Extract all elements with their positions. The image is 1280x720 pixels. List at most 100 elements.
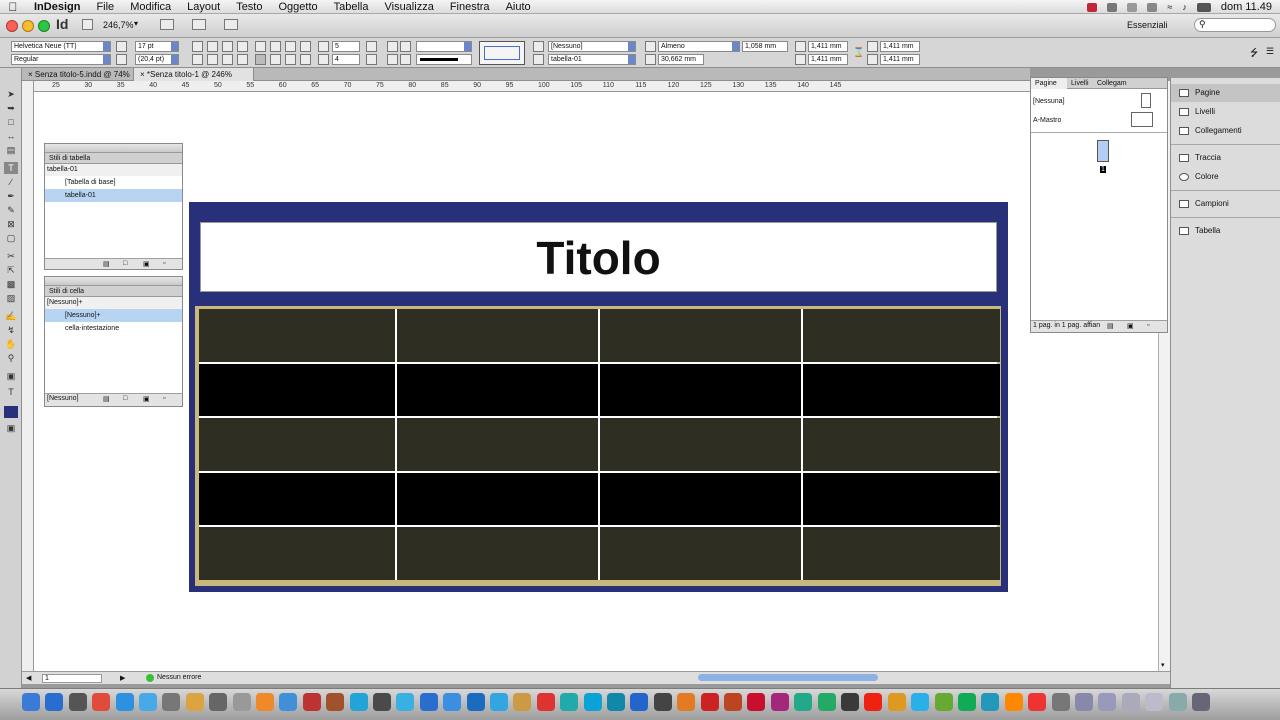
hand-tool-icon[interactable]: ✋ [4,338,18,350]
dock-app-icon[interactable] [209,693,228,711]
horizontal-ruler[interactable]: 25 30 35 40 45 50 55 60 65 70 75 80 85 90 95 100 105 110 1… [34,81,1158,92]
type-tool-icon[interactable]: T [4,162,18,174]
align-left-icon[interactable] [192,41,203,52]
valign-bottom-icon[interactable] [285,41,296,52]
apply-color-icon[interactable] [4,406,18,418]
dock-app-icon[interactable] [747,693,766,711]
text-rotation-2-icon[interactable] [270,54,281,65]
menu-file[interactable]: File [88,1,122,13]
new-style-icon[interactable]: ▣ [143,395,150,403]
dock-app-icon[interactable] [677,693,696,711]
document-table[interactable] [195,306,1001,586]
table-cell[interactable] [199,309,395,362]
text-rotation-icon[interactable] [255,54,266,65]
stroke-proxy[interactable] [479,41,525,65]
bluetooth-icon[interactable] [1147,2,1158,12]
unmerge-cells-icon[interactable] [366,54,377,65]
master-thumb[interactable] [1131,112,1153,127]
status-app-icon[interactable] [1087,2,1098,12]
rectangle-frame-tool-icon[interactable]: ⊠ [4,218,18,230]
font-family-dropdown-icon[interactable] [103,42,110,51]
dock-app-icon[interactable] [45,693,64,711]
dock-app-icon[interactable] [1192,693,1210,711]
table-cell[interactable] [397,472,598,526]
panel-titlebar[interactable] [45,277,182,286]
panel-titlebar[interactable] [45,144,182,153]
valign-justify-icon[interactable] [300,41,311,52]
menu-tabella[interactable]: Tabella [326,1,377,13]
dock-app-icon[interactable] [817,693,836,711]
gradient-feather-tool-icon[interactable]: ▨ [4,292,18,304]
table-cell[interactable] [600,472,801,526]
font-family-field[interactable]: Helvetica Neue (TT) [11,41,111,52]
dock-app-icon[interactable] [887,693,906,711]
new-group-icon[interactable]: □ [123,395,127,402]
dock-app-icon[interactable] [1121,693,1140,711]
dock-app-icon[interactable] [490,693,508,711]
stroke-weight-field[interactable] [416,41,472,52]
pencil-tool-icon[interactable]: ✎ [4,204,18,216]
dock-app-icon[interactable] [1098,693,1117,711]
dock-app-icon[interactable] [185,693,204,711]
dock-app-icon[interactable] [958,693,976,711]
table-cell[interactable] [600,363,801,417]
gap-tool-icon[interactable]: ↔ [4,130,18,142]
column-width-field[interactable]: 30,662 mm [658,54,704,65]
menu-modifica[interactable]: Modifica [122,1,179,13]
page-tool-icon[interactable]: □ [4,116,18,128]
menu-aiuto[interactable]: Aiuto [498,1,539,13]
font-size-field[interactable]: 17 pt [135,41,179,52]
document-title[interactable]: Titolo [201,223,996,291]
dock-app-icon[interactable] [1051,693,1070,711]
rectangle-tool-icon[interactable]: ▢ [4,232,18,244]
table-cell[interactable] [397,309,598,362]
table-cell[interactable] [199,527,395,580]
none-master-label[interactable]: [Nessuna] [1033,98,1065,105]
dock-item-tabella[interactable]: Tabella [1171,222,1280,240]
dock-app-icon[interactable] [326,693,345,711]
content-collector-icon[interactable]: ▤ [4,144,18,156]
dock-app-icon[interactable] [1075,693,1093,711]
tab-close-icon[interactable]: × [28,70,33,79]
master-label[interactable]: A-Mastro [1033,117,1061,124]
tab-senza-titolo-1[interactable]: × *Senza titolo-1 @ 246% [134,68,254,81]
dock-app-icon[interactable] [419,693,438,711]
font-style-field[interactable]: Regular [11,54,111,65]
table-cell[interactable] [199,418,395,471]
cell-styles-tab[interactable]: Stili di cella [45,286,182,297]
table-cell[interactable] [397,363,598,417]
table-cell[interactable] [600,309,801,362]
text-rotation-3-icon[interactable] [285,54,296,65]
page-1-thumb[interactable] [1097,140,1109,162]
align-away-icon[interactable] [222,54,233,65]
dock-app-icon[interactable] [724,693,742,711]
minimize-window-button[interactable] [22,20,34,32]
stroke-weight-dropdown-icon[interactable] [464,42,471,51]
inset-right-field[interactable]: 1,411 mm [880,54,920,65]
dock-app-icon[interactable] [466,693,485,711]
dock-app-icon[interactable] [1004,693,1023,711]
list-item[interactable]: [Tabella di base] [45,176,182,189]
dock-app-icon[interactable] [794,693,813,711]
search-input[interactable]: ⚲ [1194,18,1276,32]
new-group-icon[interactable]: □ [123,260,127,267]
dock-app-icon[interactable] [302,693,321,711]
screen-mode-tool-icon[interactable]: ▣ [4,422,18,434]
font-size-dropdown-icon[interactable] [171,42,178,51]
clock-text[interactable]: dom 11.49 [1221,1,1272,13]
pen-tool-icon[interactable]: ✒ [4,190,18,202]
leading-dropdown-icon[interactable] [171,55,178,64]
dock-app-icon[interactable] [864,693,883,711]
dock-app-icon[interactable] [115,693,134,711]
horizontal-scroll-thumb[interactable] [698,674,878,681]
text-rotation-4-icon[interactable] [300,54,311,65]
justify-icon[interactable] [237,41,248,52]
apple-menu-icon[interactable]:  [0,0,26,14]
new-page-icon[interactable]: ▣ [1127,322,1134,330]
menu-finestra[interactable]: Finestra [442,1,498,13]
status-extra-icon[interactable] [1107,2,1118,12]
dock-item-campioni[interactable]: Campioni [1171,195,1280,213]
trash-icon[interactable]: ▫ [163,395,165,402]
row-height-mode-field[interactable]: Almeno [658,41,740,52]
prev-page-icon[interactable]: ◀ [26,674,31,682]
